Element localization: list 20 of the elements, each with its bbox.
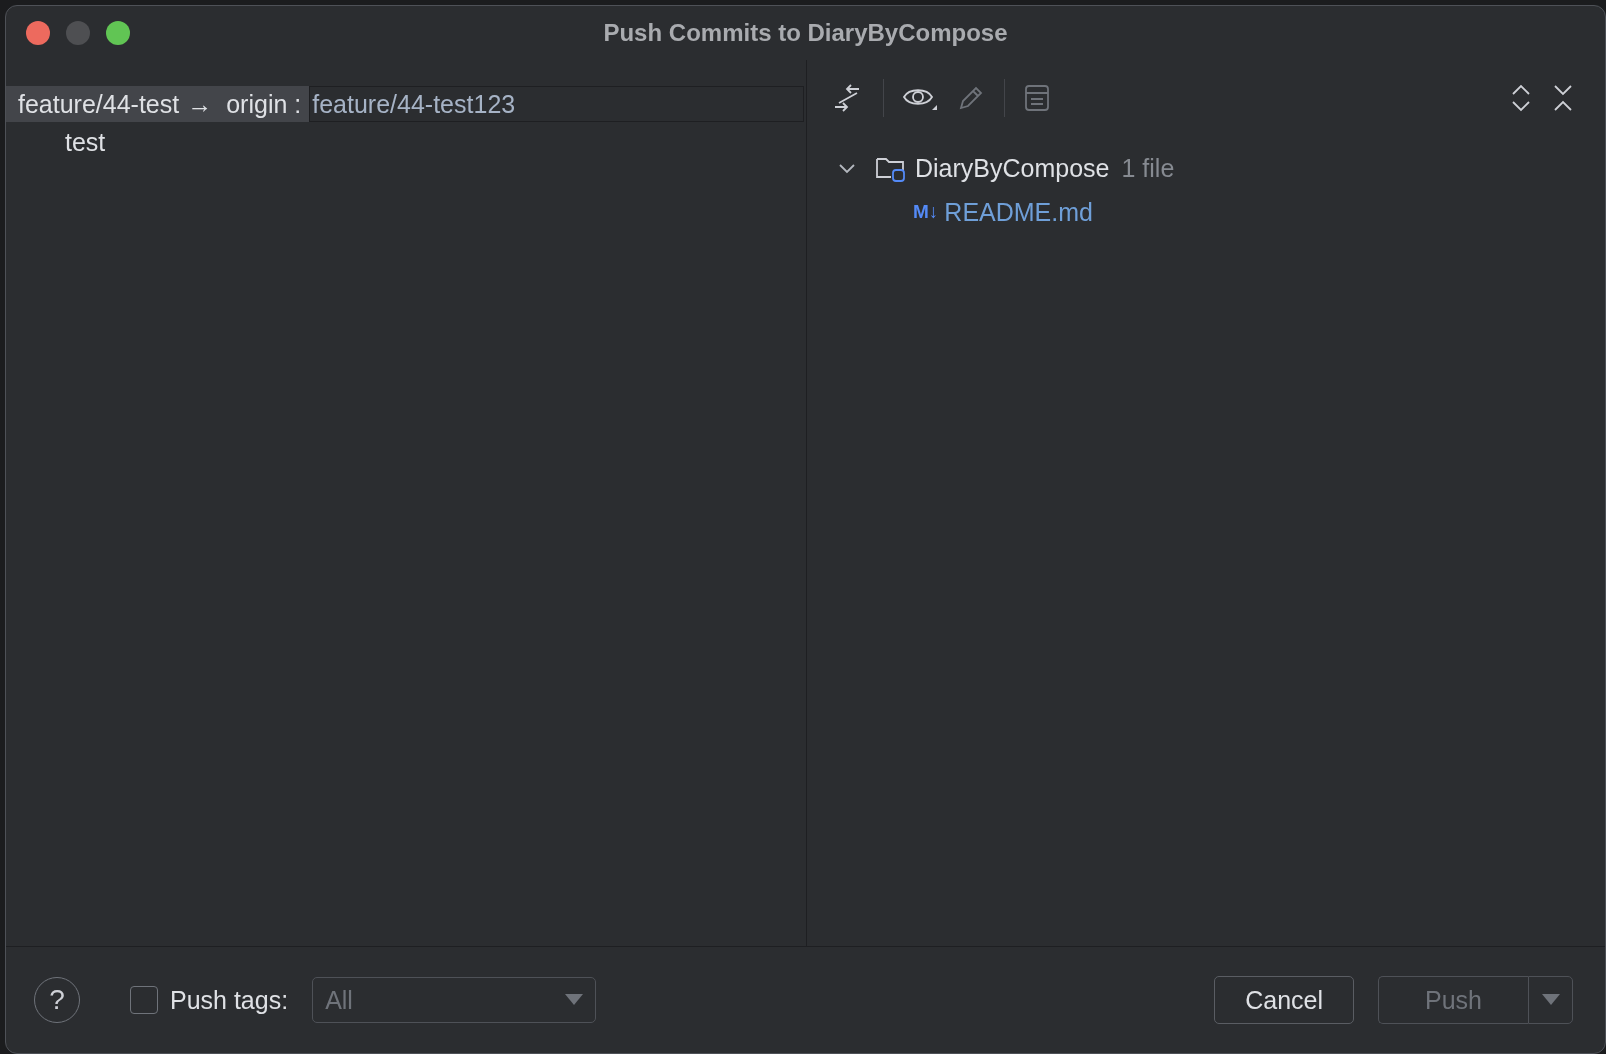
local-branch-label: feature/44-test [18,89,180,119]
remote-label: origin : [226,89,302,119]
collapse-icon[interactable] [1551,83,1575,113]
push-options-button[interactable] [1528,976,1573,1024]
push-tags-checkbox[interactable] [130,986,158,1014]
expand-collapse-icon[interactable] [1509,83,1533,113]
zoom-window-button[interactable] [106,21,130,45]
dropdown-arrow-icon [1541,994,1560,1006]
file-name[interactable]: README.md [944,197,1093,227]
commit-message[interactable]: test [6,122,806,157]
repository-name[interactable]: DiaryByCompose [915,153,1110,183]
push-target-row[interactable]: feature/44-test → origin : feature/44-test123 [6,86,804,122]
window-title: Push Commits to DiaryByCompose [603,19,1008,47]
markdown-icon: M↓ [913,201,939,223]
file-count: 1 file [1121,153,1175,183]
arrow-label: → [187,89,213,119]
cancel-button[interactable]: Cancel [1214,976,1354,1024]
push-tags-label: Push tags: [170,985,289,1015]
close-window-button[interactable] [26,21,50,45]
target-branch-field[interactable]: feature/44-test123 [309,86,804,122]
